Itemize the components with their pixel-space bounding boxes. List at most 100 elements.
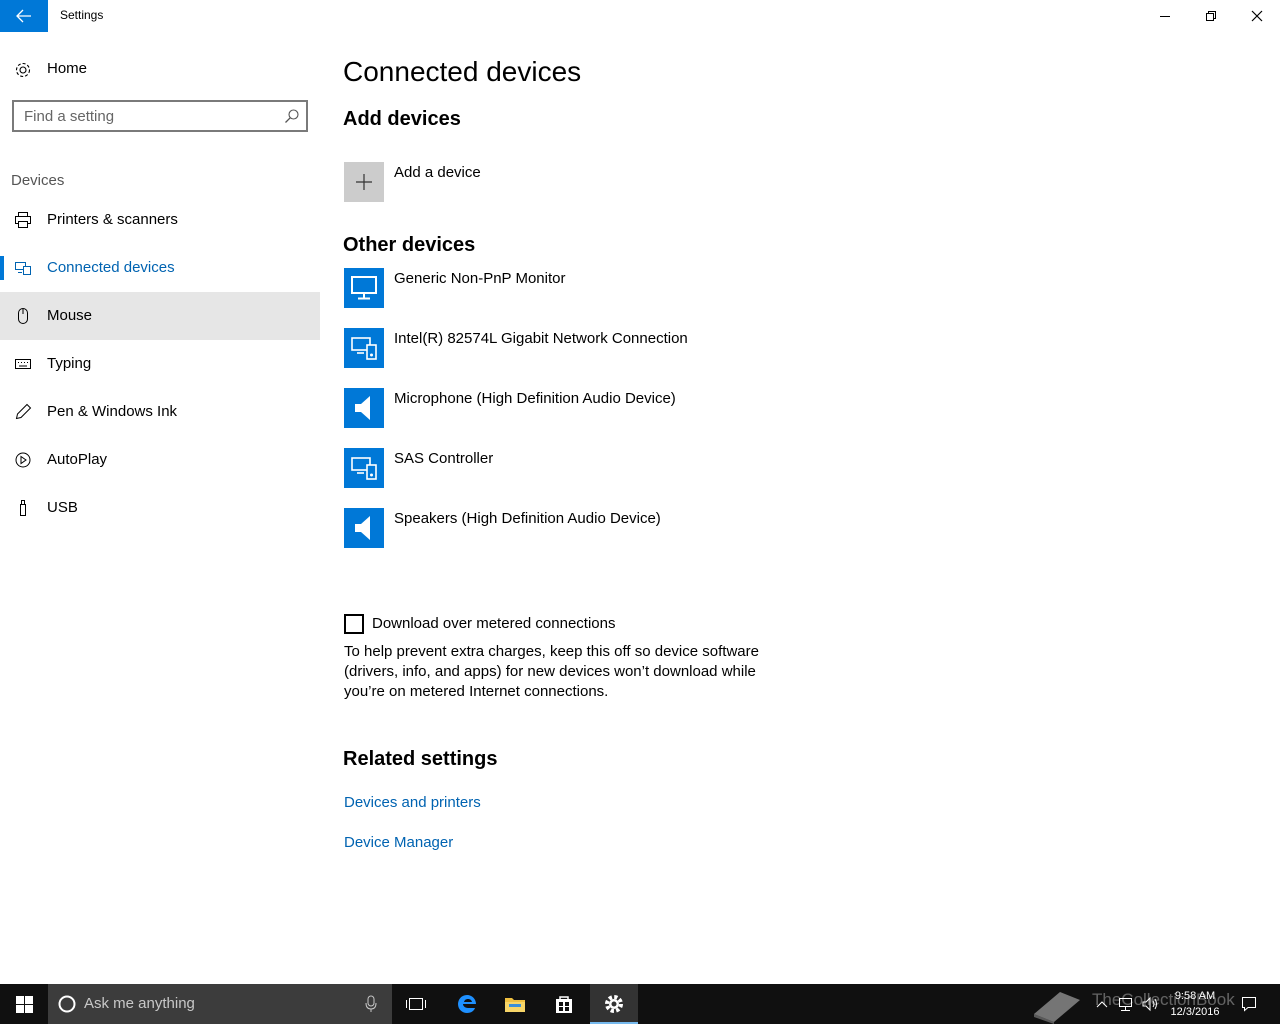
related-settings-heading: Related settings [343,748,498,770]
device-item[interactable]: Speakers (High Definition Audio Device) [344,508,1044,548]
selection-indicator [0,256,4,280]
taskbar-search-placeholder: Ask me anything [84,995,195,1012]
device-tile [344,328,384,368]
network-tray-button[interactable] [1114,984,1138,1024]
taskbar-clock[interactable]: 9:58 AM 12/3/2016 [1160,988,1230,1020]
clock-date: 12/3/2016 [1170,1006,1220,1018]
device-item[interactable]: Microphone (High Definition Audio Device… [344,388,1044,428]
nav-home-label: Home [47,60,88,77]
search-box[interactable] [12,100,308,132]
search-input[interactable] [14,102,274,130]
sidebar-item-label: Printers & scanners [47,211,178,228]
title-bar: Settings [0,0,1280,32]
clock-time: 9:58 AM [1174,990,1216,1002]
edge-icon [458,995,476,1013]
device-item[interactable]: Intel(R) 82574L Gigabit Network Connecti… [344,328,1044,368]
device-tile [344,388,384,428]
device-tile [344,508,384,548]
file-explorer-button[interactable] [491,984,539,1024]
sidebar-item-label: USB [47,499,78,516]
add-device-button[interactable] [344,162,384,202]
sidebar-item-label: Mouse [47,307,93,324]
sidebar: Home Devices Printers & scanners Connect… [0,32,320,984]
printer-icon [15,212,31,228]
sidebar-item-label: Typing [47,355,92,372]
action-center-button[interactable] [1234,984,1264,1024]
volume-icon [1142,996,1157,1012]
taskbar: Ask me anything TheCollectionBook 9:58 A… [0,984,1280,1024]
sidebar-item-usb[interactable]: USB [0,484,320,532]
plus-icon [356,174,372,190]
main-content: Connected devices Add devices Add a devi… [320,32,1280,984]
usb-icon [20,500,26,516]
device-label: Speakers (High Definition Audio Device) [394,510,661,527]
start-button[interactable] [0,984,48,1024]
device-manager-link[interactable]: Device Manager [344,834,453,851]
sidebar-item-pen[interactable]: Pen & Windows Ink [0,388,320,436]
folder-icon [505,998,525,1012]
network-icon [1119,998,1132,1011]
taskbar-search[interactable]: Ask me anything [48,984,392,1024]
gear-icon [15,62,31,78]
settings-taskbar-button[interactable] [590,984,638,1024]
sidebar-item-typing[interactable]: Typing [0,340,320,388]
minimize-icon [1160,16,1170,17]
store-button[interactable] [540,984,588,1024]
connected-devices-icon [15,262,31,275]
sidebar-item-printers[interactable]: Printers & scanners [0,196,320,244]
microphone-icon[interactable] [364,995,378,1013]
minimize-button[interactable] [1142,0,1188,32]
devices-and-printers-link[interactable]: Devices and printers [344,794,481,811]
metered-description: To help prevent extra charges, keep this… [344,643,759,700]
task-view-button[interactable] [392,984,440,1024]
metered-checkbox-label[interactable]: Download over metered connections [372,615,615,632]
device-item[interactable]: Generic Non-PnP Monitor [344,268,1044,308]
section-label-devices: Devices [11,172,65,189]
add-devices-heading: Add devices [343,108,461,130]
gear-icon [605,995,623,1013]
other-devices-heading: Other devices [343,234,476,256]
notification-icon [1242,997,1256,1012]
close-icon [1251,10,1263,22]
add-device-label[interactable]: Add a device [394,164,481,181]
sidebar-item-autoplay[interactable]: AutoPlay [0,436,320,484]
pen-icon [15,403,32,420]
device-tile [344,268,384,308]
metered-checkbox[interactable] [344,614,364,634]
chevron-up-icon [1096,1001,1108,1008]
device-label: Microphone (High Definition Audio Device… [394,390,676,407]
mouse-icon [18,308,28,324]
speaker-icon [355,396,370,420]
page-title: Connected devices [343,56,582,87]
app-title: Settings [60,8,104,22]
show-hidden-icons-button[interactable] [1092,984,1112,1024]
store-icon [556,996,572,1013]
device-label: SAS Controller [394,450,494,467]
device-item[interactable]: SAS Controller [344,448,1044,488]
task-view-icon [406,998,426,1010]
restore-button[interactable] [1188,0,1234,32]
sidebar-item-mouse[interactable]: Mouse [0,292,320,340]
sidebar-item-label: Pen & Windows Ink [47,403,178,420]
monitor-icon [351,276,377,300]
device-tile [344,448,384,488]
restore-icon [1206,11,1216,21]
back-arrow-icon [16,9,31,23]
back-button[interactable] [0,0,48,32]
generic-device-icon [351,337,377,360]
volume-tray-button[interactable] [1138,984,1162,1024]
search-icon[interactable] [284,108,300,124]
device-label: Intel(R) 82574L Gigabit Network Connecti… [394,330,688,347]
nav-home[interactable]: Home [0,52,320,86]
windows-logo-icon [15,995,33,1013]
keyboard-icon [15,359,31,369]
autoplay-icon [15,452,31,468]
edge-button[interactable] [443,984,491,1024]
sidebar-item-label: Connected devices [47,259,175,276]
sidebar-item-connected-devices[interactable]: Connected devices [0,244,320,292]
sidebar-item-label: AutoPlay [47,451,108,468]
generic-device-icon [351,457,377,480]
close-button[interactable] [1234,0,1280,32]
speaker-icon [355,516,370,540]
cortana-icon [58,995,76,1013]
